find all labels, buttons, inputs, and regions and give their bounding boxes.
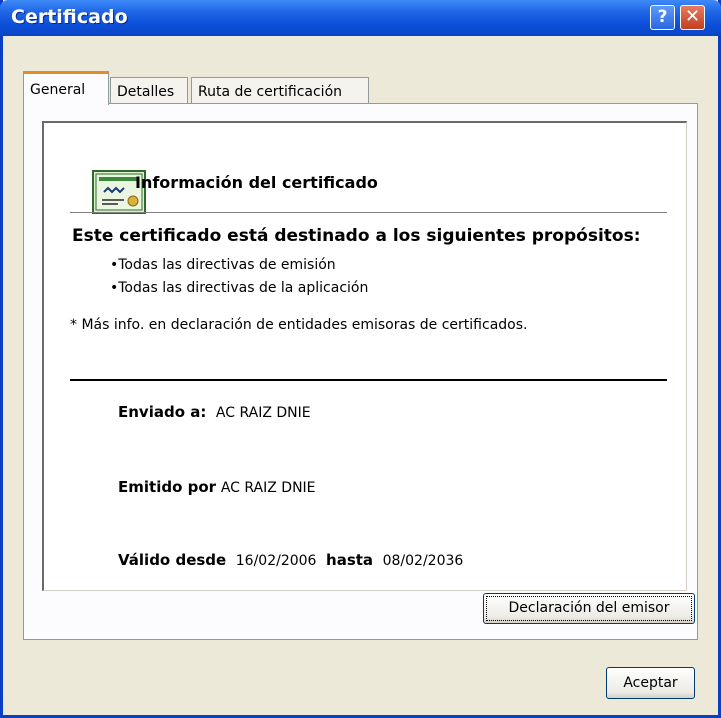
purpose-item: •Todas las directivas de emisión [110,257,336,273]
issued-to-value: AC RAIZ DNIE [215,405,311,421]
tab-certification-path[interactable]: Ruta de certificación [191,77,369,104]
close-button[interactable]: ✕ [680,5,705,30]
issued-to-label: Enviado a: [118,403,207,421]
valid-to-label: hasta [326,551,374,569]
issued-by-value: AC RAIZ DNIE [220,480,316,496]
validity-row: Válido desde 16/02/2006 hasta 08/02/2036 [118,551,463,569]
tab-details[interactable]: Detalles [110,77,188,104]
heading-divider [70,212,667,213]
ok-button[interactable]: Aceptar [606,667,695,699]
purposes-heading: Este certificado está destinado a los si… [72,226,641,246]
purpose-item: •Todas las directivas de la aplicación [110,280,369,296]
title-bar[interactable]: Certificado ? ✕ [0,0,721,36]
valid-from-value: 16/02/2006 [235,553,317,569]
help-button[interactable]: ? [650,5,675,30]
valid-to-value: 08/02/2036 [382,553,464,569]
valid-from-label: Válido desde [118,551,227,569]
section-divider [70,379,667,381]
issuer-statement-button[interactable]: Declaración del emisor [483,593,695,624]
issued-to-row: Enviado a: AC RAIZ DNIE [118,403,311,421]
certificate-info-heading: Información del certificado [135,173,378,192]
issued-by-row: Emitido por AC RAIZ DNIE [118,478,316,496]
tab-general[interactable]: General [23,71,109,105]
issued-by-label: Emitido por [118,478,217,496]
info-note: * Más info. en declaración de entidades … [70,317,528,333]
window-title: Certificado [11,6,128,28]
